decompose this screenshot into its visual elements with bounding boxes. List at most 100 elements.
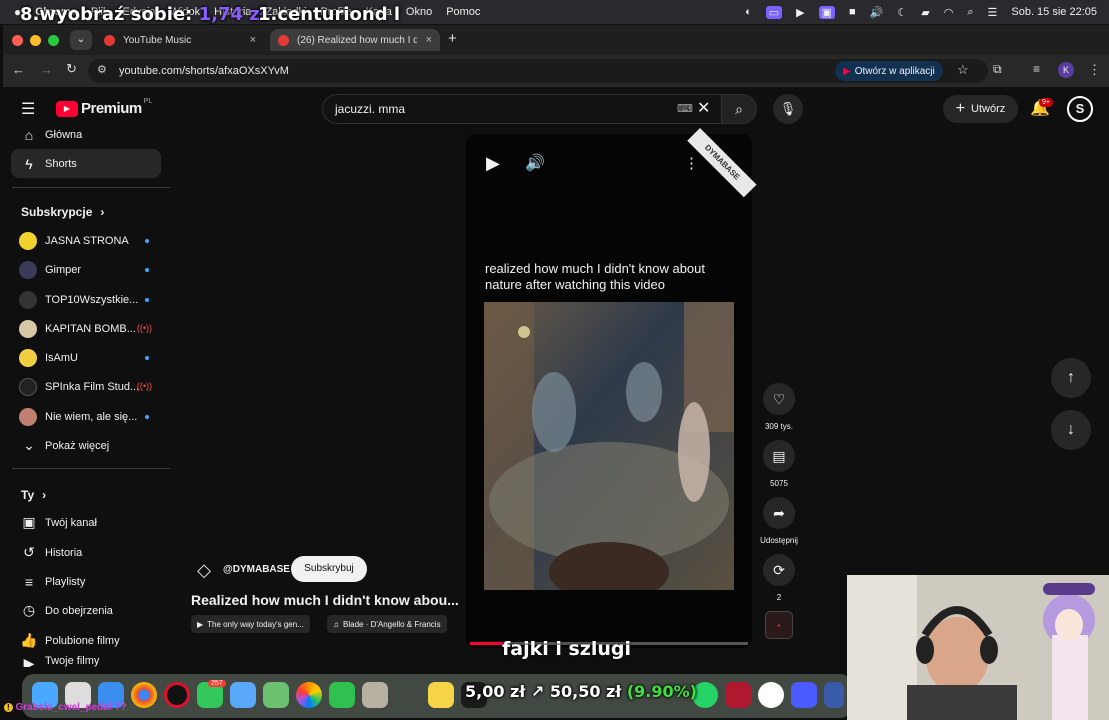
search-input[interactable]: jacuzzi. mma xyxy=(322,94,722,124)
screen-record-icon[interactable]: ▭ xyxy=(765,5,783,19)
subscribe-button[interactable]: Subskrybuj xyxy=(291,556,367,582)
sidebar-item-liked[interactable]: 👍 Polubione filmy xyxy=(11,626,161,655)
related-chip[interactable]: ▶ The only way today's gen... xyxy=(191,615,310,633)
volume-icon[interactable]: 🔊 xyxy=(525,153,545,173)
status-icon[interactable]: ◐ xyxy=(745,6,752,18)
tab-youtube-short[interactable]: (26) Realized how much I didn × xyxy=(270,29,440,51)
subscription-item[interactable]: Gimper xyxy=(11,255,161,284)
more-options-icon[interactable]: ⋮ xyxy=(684,154,699,172)
forward-icon[interactable]: → xyxy=(40,62,53,77)
control-center-icon[interactable]: ☰ xyxy=(988,6,998,19)
subscription-item[interactable]: Nie wiem, ale się... xyxy=(11,402,161,431)
sidebar-item-history[interactable]: ↺ Historia xyxy=(11,538,161,567)
voice-search-button[interactable]: 🎙 xyxy=(773,94,803,124)
reading-list-icon[interactable]: ≡ xyxy=(1033,62,1040,76)
facetime-icon[interactable] xyxy=(329,682,355,708)
site-settings-icon[interactable]: ⚙ xyxy=(97,63,107,76)
tab-search-button[interactable]: ⌄ xyxy=(70,30,92,50)
sidebar-item-label: Twoje filmy xyxy=(45,655,100,667)
short-title[interactable]: Realized how much I didn't know abou... xyxy=(191,592,459,608)
chatgpt-icon[interactable] xyxy=(758,682,784,708)
tab-close-icon[interactable]: × xyxy=(250,34,256,46)
account-avatar[interactable]: S xyxy=(1067,96,1093,122)
subscription-item[interactable]: KAPITAN BOMB... ((•)) xyxy=(11,314,161,343)
back-icon[interactable]: ← xyxy=(12,62,25,77)
previous-short-button[interactable]: ↑ xyxy=(1051,358,1091,398)
sidebar-item-label: Do obejrzenia xyxy=(45,604,113,617)
wifi-icon[interactable]: ◠ xyxy=(944,6,954,19)
profile-avatar[interactable]: K xyxy=(1058,62,1074,78)
screen-mirror-icon[interactable]: ▣ xyxy=(818,5,836,19)
reload-icon[interactable]: ↻ xyxy=(66,61,77,77)
channel-handle[interactable]: @DYMABASE xyxy=(223,564,290,575)
subscription-item[interactable]: IsAmU xyxy=(11,343,161,372)
search-button[interactable]: ⌕ xyxy=(721,94,757,124)
show-more-button[interactable]: ⌄ Pokaż więcej xyxy=(11,431,161,460)
tab-title: YouTube Music xyxy=(123,34,192,46)
play-icon[interactable]: ▶ xyxy=(486,153,500,174)
subscriptions-heading[interactable]: Subskrypcje › xyxy=(21,205,104,219)
browser-menu-icon[interactable]: ⋮ xyxy=(1088,62,1101,78)
clear-search-icon[interactable]: ✕ xyxy=(697,98,710,118)
sound-thumbnail[interactable]: ● xyxy=(765,611,793,639)
keyboard-icon[interactable]: ⌨ xyxy=(677,102,693,115)
menu-pomoc[interactable]: Pomoc xyxy=(446,6,480,18)
spotlight-search-icon[interactable]: ⌕ xyxy=(967,6,973,19)
maximize-window-button[interactable] xyxy=(48,35,59,46)
tab-youtube-music[interactable]: YouTube Music × xyxy=(96,29,264,51)
play-circle-icon[interactable]: ▶ xyxy=(796,6,804,19)
opera-icon[interactable] xyxy=(164,682,190,708)
photos-icon[interactable] xyxy=(296,682,322,708)
notes-icon[interactable] xyxy=(428,682,454,708)
moon-icon[interactable]: ☾ xyxy=(897,6,907,19)
sidebar-item-playlists[interactable]: ≡ Playlisty xyxy=(11,567,161,596)
app-blue-icon[interactable] xyxy=(791,682,817,708)
open-in-app-button[interactable]: ▶ Otwórz w aplikacji xyxy=(835,61,943,81)
new-tab-button[interactable]: + xyxy=(448,30,457,47)
you-heading[interactable]: Ty › xyxy=(21,488,46,502)
like-button[interactable]: ♡ xyxy=(763,383,795,415)
subscription-item[interactable]: JASNA STRONA xyxy=(11,226,161,255)
streamer-webcam xyxy=(847,575,1109,720)
share-button[interactable]: ➦ xyxy=(763,497,795,529)
maps-icon[interactable] xyxy=(263,682,289,708)
bookmark-star-icon[interactable]: ☆ xyxy=(957,62,969,78)
comments-button[interactable]: ▤ xyxy=(763,440,795,472)
close-window-button[interactable] xyxy=(12,35,23,46)
channel-avatar-dymabase[interactable]: ◇ xyxy=(192,558,216,582)
menu-okno[interactable]: Okno xyxy=(406,6,432,18)
mail-icon[interactable] xyxy=(230,682,256,708)
stop-circle-icon[interactable]: ■ xyxy=(849,6,856,18)
chevron-right-icon: › xyxy=(100,205,105,219)
new-content-dot xyxy=(145,415,149,419)
volume-icon[interactable]: 🔊 xyxy=(870,6,884,19)
next-short-button[interactable]: ↓ xyxy=(1051,410,1091,450)
subscription-item[interactable]: TOP10Wszystkie... xyxy=(11,285,161,314)
chrome-icon[interactable] xyxy=(131,682,157,708)
sidebar-item-your-channel[interactable]: ▣ Twój kanał xyxy=(11,508,161,537)
contacts-icon[interactable] xyxy=(362,682,388,708)
remix-button[interactable]: ⟳ xyxy=(763,554,795,586)
sound-chip[interactable]: ♫ Blade · D'Angello & Francis xyxy=(327,615,447,633)
url-text[interactable]: youtube.com/shorts/afxaOXsXYvM xyxy=(119,65,289,77)
youtube-favicon-icon xyxy=(278,34,289,46)
battery-icon[interactable]: ▰ xyxy=(921,6,929,19)
subscription-item[interactable]: SPInka Film Stud... ((•)) xyxy=(11,372,161,401)
sidebar-item-your-videos[interactable]: ▶ Twoje filmy xyxy=(11,655,161,667)
minimize-window-button[interactable] xyxy=(30,35,41,46)
tab-close-icon[interactable]: × xyxy=(426,34,432,46)
youtube-logo[interactable]: ▶ Premium PL xyxy=(56,98,152,117)
sidebar-item-shorts[interactable]: ϟ Shorts xyxy=(11,149,161,178)
app-red-icon[interactable] xyxy=(725,682,751,708)
channel-name: JASNA STRONA xyxy=(45,234,129,247)
short-video-frame[interactable] xyxy=(484,302,734,590)
sidebar-item-watch-later[interactable]: ◷ Do obejrzenia xyxy=(11,596,161,625)
new-content-dot xyxy=(145,268,149,272)
extensions-icon[interactable]: ⧉ xyxy=(993,62,1002,77)
hamburger-menu-icon[interactable]: ☰ xyxy=(21,99,35,119)
chevron-down-icon: ⌄ xyxy=(23,437,35,453)
menubar-datetime[interactable]: Sob. 15 sie 22:05 xyxy=(1011,6,1097,18)
sidebar-item-home[interactable]: ⌂ Główna xyxy=(11,120,161,149)
app-dark-icon[interactable] xyxy=(824,682,844,708)
create-button[interactable]: + Utwórz xyxy=(943,95,1018,123)
